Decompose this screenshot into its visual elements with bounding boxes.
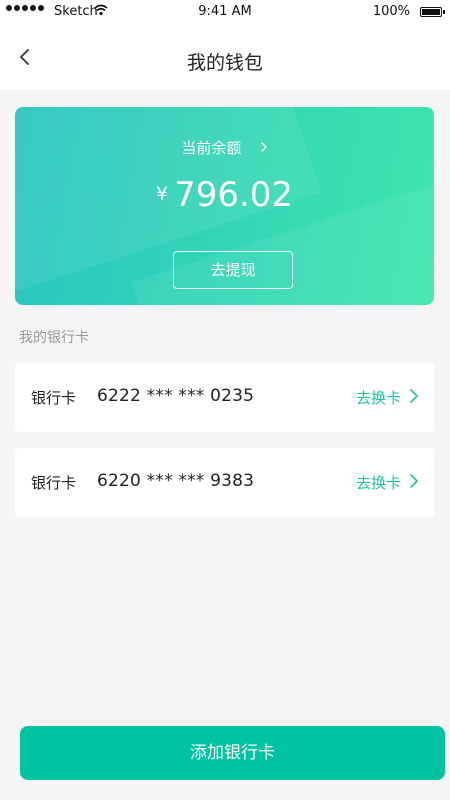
bank-cards-section-title: 我的银行卡 xyxy=(19,330,89,346)
add-bank-card-button[interactable]: 添加银行卡 xyxy=(20,726,445,780)
change-card-label: 去换卡 xyxy=(355,474,401,492)
balance-label-row[interactable]: 当前余额 xyxy=(15,137,434,158)
chevron-right-icon[interactable] xyxy=(255,142,267,157)
bank-card-row: 银行卡 6222 *** *** 0235 去换卡 xyxy=(15,363,434,432)
bank-card-number: 6222 *** *** 0235 xyxy=(97,386,255,406)
balance-amount: 796.02 xyxy=(174,175,294,215)
navigation-bar: 我的钱包 xyxy=(0,24,450,90)
balance-amount-row: ¥796.02 xyxy=(15,175,434,215)
balance-label: 当前余额 xyxy=(181,139,242,157)
battery-percentage: 100% xyxy=(372,4,410,19)
change-card-button[interactable]: 去换卡 xyxy=(356,472,419,493)
currency-symbol: ¥ xyxy=(155,183,169,205)
change-card-label: 去换卡 xyxy=(355,389,401,407)
bank-card-label: 银行卡 xyxy=(31,474,77,492)
bank-card-label: 银行卡 xyxy=(31,389,77,407)
bank-card-number: 6220 *** *** 9383 xyxy=(97,471,255,491)
bank-card-row: 银行卡 6220 *** *** 9383 去换卡 xyxy=(15,448,434,517)
page-title: 我的钱包 xyxy=(186,52,263,74)
chevron-right-icon xyxy=(409,388,419,408)
balance-card: 当前余额 ¥796.02 去提现 xyxy=(15,107,434,305)
chevron-right-icon xyxy=(409,473,419,493)
status-bar: Sketch 9:41 AM 100% xyxy=(0,0,450,24)
withdraw-button[interactable]: 去提现 xyxy=(173,251,293,289)
battery-icon xyxy=(420,7,445,17)
change-card-button[interactable]: 去换卡 xyxy=(356,387,419,408)
